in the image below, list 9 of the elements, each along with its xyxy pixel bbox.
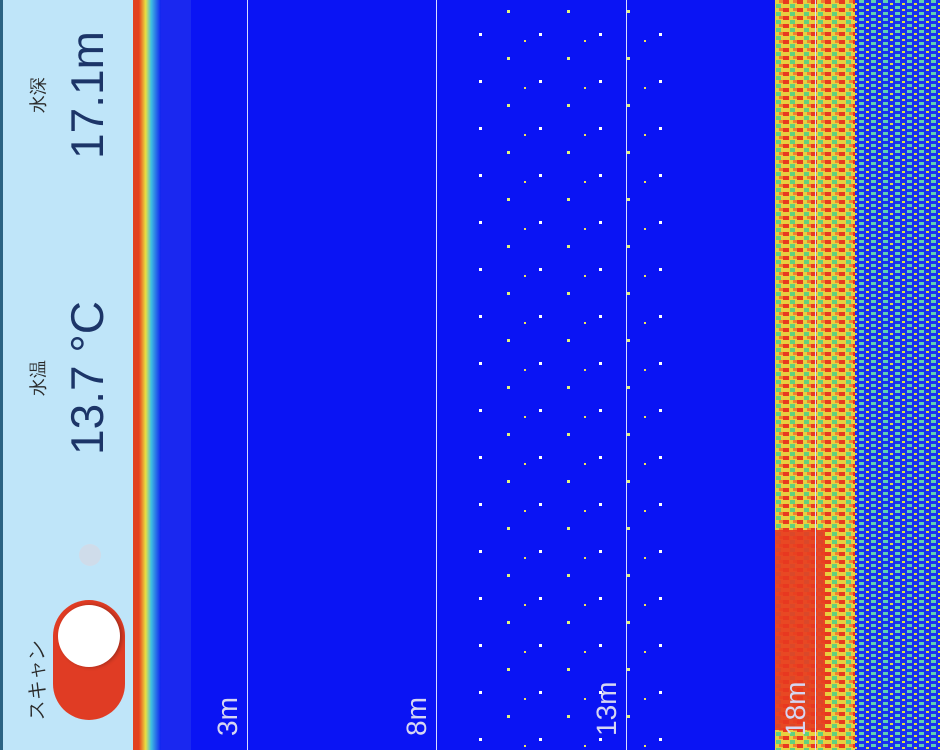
depth-label: 18m bbox=[781, 682, 811, 736]
reading-label: 水温 bbox=[27, 360, 49, 396]
depth-label: 8m bbox=[402, 697, 432, 736]
reading-value: 13.7 °C bbox=[61, 301, 113, 455]
depth-label: 13m bbox=[592, 682, 622, 736]
reading-label: 水深 bbox=[27, 77, 49, 113]
reading-value: 17.1m bbox=[61, 31, 113, 159]
scan-label: スキャン bbox=[25, 640, 49, 720]
depth-label: 3m bbox=[213, 697, 243, 736]
